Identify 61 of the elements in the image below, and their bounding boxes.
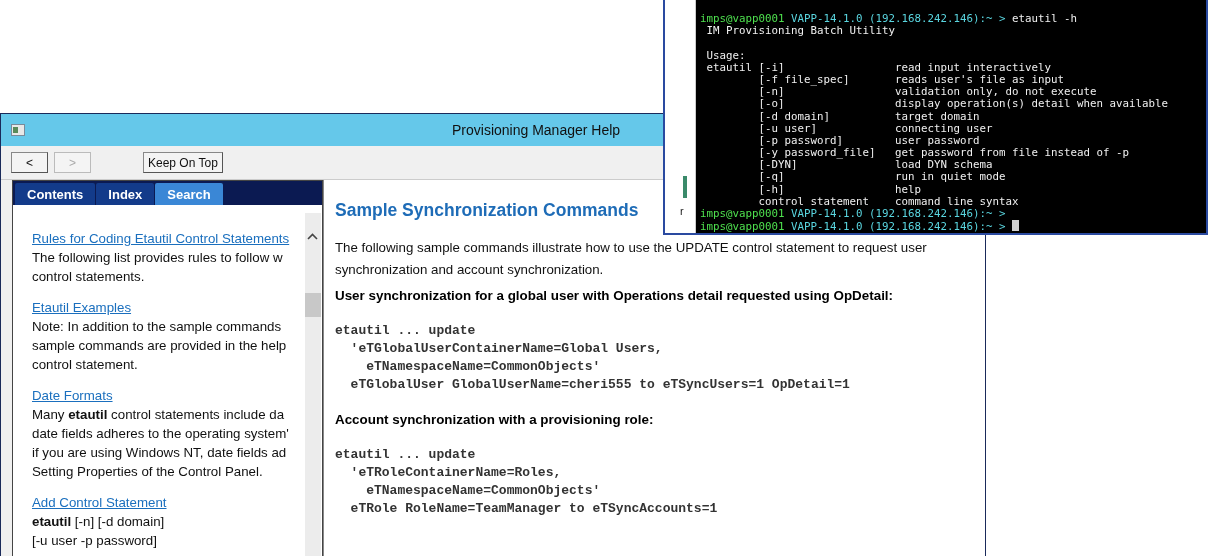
- topic-summary-line: if you are using Windows NT, date fields ad: [32, 444, 287, 462]
- terminal-output-line: etautil [-i] read input interactively: [705, 60, 1051, 74]
- keep-on-top-button[interactable]: Keep On Top: [143, 152, 223, 173]
- terminal-output-line: [-p password] user password: [757, 133, 980, 147]
- prompt-user: imps@vapp0001: [700, 220, 785, 234]
- terminal-output-line: [-d domain] target domain: [757, 109, 980, 123]
- topic-link[interactable]: Etautil Examples: [32, 298, 132, 317]
- terminal-output-line: [-h] help: [757, 182, 921, 196]
- window-icon: [11, 124, 25, 136]
- terminal-output-line: Usage:: [705, 48, 746, 62]
- side-character: r: [680, 205, 684, 217]
- prompt-host: VAPP-14.1.0 (192.168.242.146):~ >: [791, 12, 1006, 25]
- prompt-user: imps@vapp0001: [700, 12, 785, 25]
- topic-link[interactable]: Add Control Statement: [32, 493, 167, 512]
- terminal-output-line: [-n] validation only, do not execute: [757, 85, 1097, 99]
- terminal-output-line: [-q] run in quiet mode: [757, 170, 1006, 184]
- topic-summary-line: etautil [-n] [-d domain]: [32, 513, 165, 531]
- topic-link[interactable]: Rules for Coding Etautil Control Statements: [32, 229, 290, 248]
- topic-summary-line: [-u user -p password]: [32, 532, 157, 550]
- code-line: eTGlobalUser GlobalUserName=cheri555 to eTSyncUsers=1 OpDetail=1: [349, 376, 850, 394]
- terminal-output-line: [-y password_file] get password from file instead of -p: [757, 146, 1130, 160]
- code-line: eTNamespaceName=CommonObjects': [365, 358, 601, 376]
- terminal-output-line: control statement command line syntax: [757, 194, 1019, 208]
- window-title: Provisioning Manager Help: [452, 122, 621, 138]
- code-line: etautil ... update: [335, 446, 476, 464]
- terminal-output-line: [-o] display operation(s) detail when available: [757, 97, 1169, 111]
- tab[interactable]: Contents: [15, 183, 96, 205]
- back-button[interactable]: <: [11, 152, 48, 173]
- terminal-output-line: [-u user] connecting user: [757, 121, 993, 135]
- tab[interactable]: Search: [155, 183, 223, 205]
- topic-summary-line: date fields adheres to the operating system': [32, 425, 289, 443]
- topic-summary-line: control statements.: [32, 268, 145, 286]
- topic-summary-line: sample commands are provided in the help: [32, 337, 287, 355]
- terminal-output-line: IM Provisioning Batch Utility: [705, 24, 895, 38]
- code-line: 'eTGlobalUserContainerName=Global Users,: [349, 340, 663, 358]
- intro-line: The following sample commands illustrate how to use the UPDATE control statement to request user: [335, 239, 927, 257]
- tab[interactable]: Index: [96, 183, 155, 205]
- terminal-command: etautil -h: [1012, 12, 1078, 25]
- topic-summary-line: control statement.: [32, 356, 138, 374]
- code-line: eTNamespaceName=CommonObjects': [365, 482, 601, 500]
- scroll-marker-icon: [683, 176, 687, 198]
- topic-link[interactable]: Date Formats: [32, 386, 113, 405]
- prompt-host: VAPP-14.1.0 (192.168.242.146):~ >: [791, 207, 1006, 220]
- terminal-output-line: [-DYN] load DYN schema: [757, 158, 993, 172]
- article-heading: Sample Synchronization Commands: [335, 200, 639, 221]
- scrollbar[interactable]: [305, 213, 321, 556]
- example-caption: Account synchronization with a provisioning role:: [335, 412, 655, 427]
- topic-summary-line: The following list provides rules to follow w: [32, 249, 283, 267]
- terminal-output-line: [-f file_spec] reads user's file as input: [757, 72, 1064, 86]
- prompt-host: VAPP-14.1.0 (192.168.242.146):~ >: [791, 220, 1006, 234]
- topic-summary-line: Setting Properties of the Control Panel.: [32, 463, 263, 481]
- example-caption: User synchronization for a global user with Operations detail requested using OpDetail:: [335, 288, 895, 303]
- topic-summary-line: Note: In addition to the sample commands: [32, 318, 282, 336]
- prompt-user: imps@vapp0001: [700, 207, 785, 220]
- scroll-thumb[interactable]: [305, 293, 321, 317]
- intro-line: synchronization and account synchronization.: [335, 261, 604, 279]
- scroll-up-icon[interactable]: [307, 233, 318, 240]
- code-line: etautil ... update: [335, 322, 476, 340]
- code-line: eTRole RoleName=TeamManager to eTSyncAccounts=1: [349, 500, 718, 518]
- code-line: 'eTRoleContainerName=Roles,: [349, 464, 562, 482]
- topic-summary-line: Many etautil control statements include da: [32, 406, 285, 424]
